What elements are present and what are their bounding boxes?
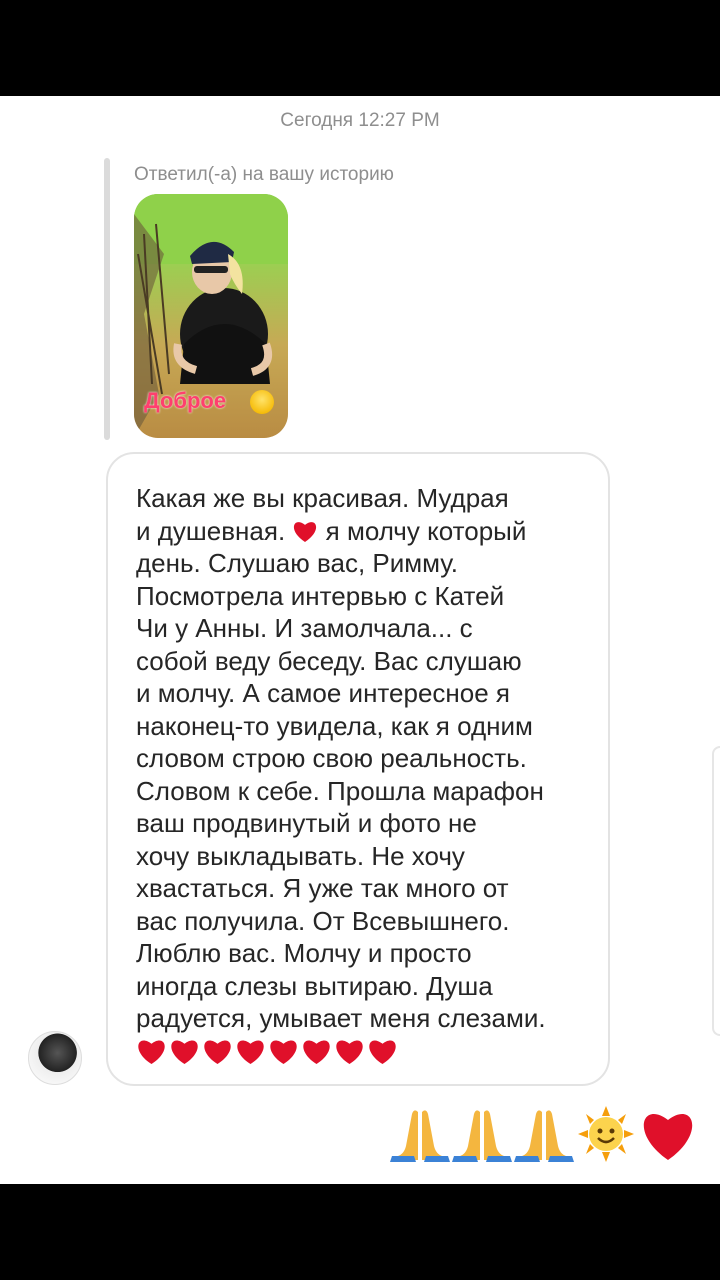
folded-hands-icon bbox=[452, 1110, 512, 1162]
sender-avatar[interactable] bbox=[28, 1031, 82, 1085]
message-line: наконец-то увидела, как я одним bbox=[136, 710, 533, 741]
message-line: хочу выкладывать. Не хочу bbox=[136, 840, 465, 871]
reply-indicator-bar bbox=[104, 158, 110, 440]
story-reply-label: Ответил(-а) на вашу историю bbox=[134, 164, 394, 185]
received-message-bubble[interactable]: Какая же вы красивая. Мудрая и душевная.… bbox=[106, 452, 610, 1086]
message-line-with-heart: и душевная. я молчу который bbox=[136, 515, 592, 548]
message-line: иногда слезы вытираю. Душа bbox=[136, 970, 493, 1001]
red-heart-icon bbox=[171, 1039, 198, 1064]
message-line: день. Слушаю вас, Римму. bbox=[136, 548, 458, 578]
red-heart-icon bbox=[204, 1039, 231, 1064]
trailing-hearts-row bbox=[136, 1037, 592, 1065]
scroll-edge-handle[interactable] bbox=[712, 746, 720, 1036]
red-heart-icon bbox=[303, 1039, 330, 1064]
folded-hands-icon bbox=[514, 1110, 574, 1162]
message-line: Люблю вас. Молчу и просто bbox=[136, 938, 472, 968]
message-line: вас получила. От Всевышнего. bbox=[136, 905, 510, 936]
story-thumbnail[interactable]: Доброе bbox=[134, 194, 288, 438]
message-line: и молчу. А самое интересное я bbox=[136, 678, 511, 708]
message-line: словом строю свою реальность. bbox=[136, 743, 527, 773]
message-text: Какая же вы красивая. Мудрая и душевная.… bbox=[136, 482, 592, 1065]
message-line: радуется, умывает меня слезами. bbox=[136, 1003, 546, 1033]
red-heart-icon bbox=[643, 1113, 693, 1160]
message-line: Чи у Анны. И замолчала... с bbox=[136, 613, 473, 643]
folded-hands-icon bbox=[390, 1110, 450, 1162]
story-caption-text: Доброе bbox=[144, 388, 227, 413]
red-heart-icon bbox=[138, 1039, 165, 1064]
red-heart-icon bbox=[294, 521, 317, 542]
red-heart-icon bbox=[270, 1039, 297, 1064]
smiling-face-icon bbox=[250, 390, 274, 414]
message-line: и душевная. bbox=[136, 515, 286, 546]
dm-thread-screen: Сегодня 12:27 PM Ответил(-а) на вашу ист… bbox=[0, 96, 720, 1184]
message-line: ваш продвинутый и фото не bbox=[136, 808, 477, 838]
red-heart-icon bbox=[237, 1039, 264, 1064]
message-line: я молчу который bbox=[325, 515, 527, 546]
sun-with-face-icon bbox=[578, 1106, 634, 1162]
message-line: хвастаться. Я уже так много от bbox=[136, 873, 509, 903]
sent-emoji-message[interactable] bbox=[390, 1106, 698, 1162]
message-line: Какая же вы красивая. Мудрая bbox=[136, 483, 509, 513]
message-timestamp: Сегодня 12:27 PM bbox=[280, 110, 440, 131]
message-line: Словом к себе. Прошла марафон bbox=[136, 775, 544, 806]
red-heart-icon bbox=[336, 1039, 363, 1064]
message-line: собой веду беседу. Вас слушаю bbox=[136, 645, 522, 676]
message-line: Посмотрела интервью с Катей bbox=[136, 580, 505, 611]
red-heart-icon bbox=[369, 1039, 396, 1064]
